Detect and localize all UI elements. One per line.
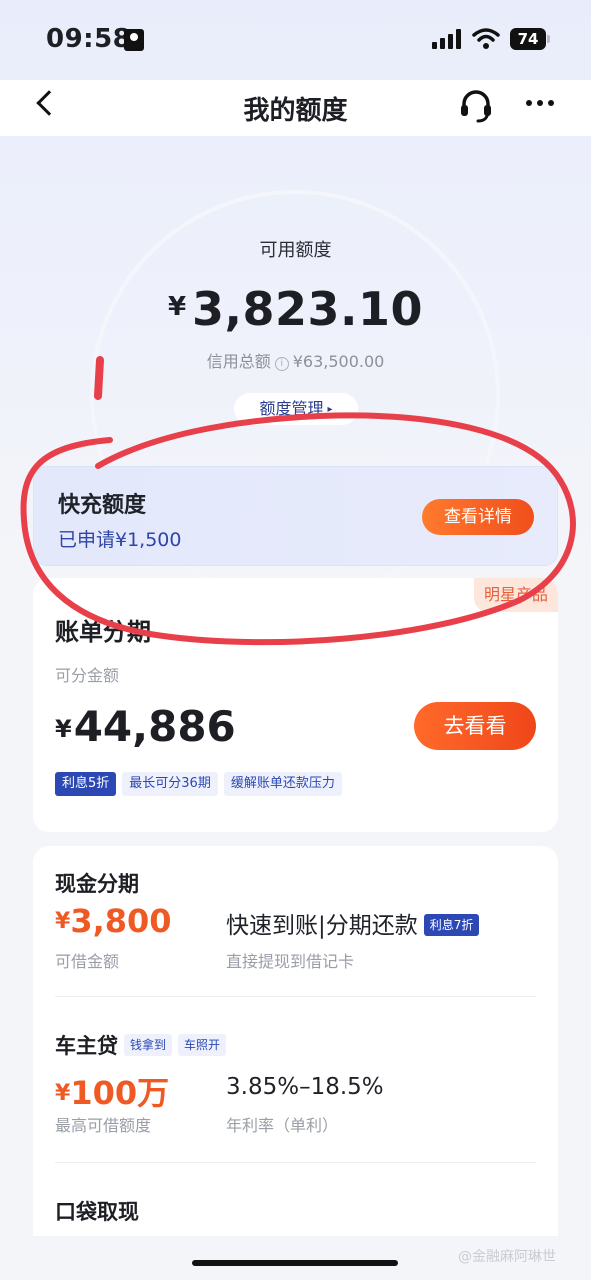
- car-loan-amount: ¥100万: [55, 1068, 169, 1114]
- car-loan-rate: 3.85%–18.5%: [226, 1074, 384, 1100]
- currency-symbol: ¥: [55, 1081, 71, 1106]
- status-bar: 09:58 74: [0, 0, 591, 80]
- home-indicator[interactable]: [192, 1260, 398, 1266]
- view-details-button[interactable]: 查看详情: [422, 499, 534, 535]
- currency-symbol: ¥: [55, 715, 72, 743]
- quick-recharge-applied: 已申请¥1,500: [58, 529, 182, 551]
- car-loan-title-row: 车主贷 钱拿到 车照开: [55, 1030, 227, 1060]
- tag-max-periods: 最长可分36期: [122, 772, 218, 796]
- battery-icon: 74: [510, 28, 550, 50]
- car-loan-title: 车主贷: [55, 1034, 118, 1058]
- cash-installment-sub: 直接提现到借记卡: [226, 952, 355, 971]
- cash-installment-headline-text: 快速到账|分期还款: [226, 913, 418, 939]
- page-title: 我的额度: [243, 96, 348, 126]
- quota-manage-label: 额度管理: [259, 399, 324, 418]
- tag-ease-pressure: 缓解账单还款压力: [223, 772, 342, 796]
- divider: [55, 996, 536, 997]
- credit-total-value: ¥63,500.00: [292, 352, 385, 371]
- cash-installment-title: 现金分期: [55, 872, 139, 896]
- installable-amount-label: 可分金额: [55, 666, 120, 685]
- quick-recharge-title: 快充额度: [58, 493, 147, 518]
- installable-amount: ¥44,886: [55, 702, 236, 751]
- quick-recharge-card[interactable]: 快充额度 已申请¥1,500 查看详情: [33, 466, 558, 566]
- cash-installment-caption: 可借金额: [55, 952, 120, 971]
- cash-installment-amount: ¥3,800: [55, 902, 172, 940]
- currency-symbol: ¥: [167, 292, 187, 322]
- watermark: @金融麻阿琳世: [458, 1249, 556, 1265]
- available-quota-value: 3,823.10: [192, 282, 424, 336]
- car-loan-amount-value: 100万: [70, 1074, 170, 1112]
- nav-bar: 我的额度: [0, 80, 591, 136]
- bill-installment-card[interactable]: 明星产品 账单分期 可分金额 ¥44,886 去看看 利息5折 最长可分36期 缓解…: [33, 578, 558, 832]
- star-product-badge: 明星产品: [473, 578, 558, 612]
- tag-keep-driving: 车照开: [178, 1034, 227, 1056]
- cash-installment-amount-value: 3,800: [70, 902, 172, 940]
- signal-icon: [432, 29, 464, 49]
- car-loan-caption: 最高可借额度: [55, 1116, 152, 1135]
- caret-right-icon: ▸: [327, 404, 333, 415]
- info-icon[interactable]: i: [274, 357, 289, 371]
- bill-installment-title: 账单分期: [55, 618, 151, 646]
- wifi-icon: [472, 28, 500, 49]
- credit-total-label: 信用总额: [206, 352, 271, 371]
- car-loan-rate-caption: 年利率（单利）: [226, 1116, 339, 1135]
- credit-total: 信用总额 i ¥63,500.00: [0, 348, 591, 372]
- more-icon[interactable]: [526, 100, 558, 108]
- available-quota-amount: ¥3,823.10: [0, 282, 591, 336]
- currency-symbol: ¥: [55, 909, 71, 934]
- pocket-cash-title[interactable]: 口袋取现: [55, 1196, 139, 1226]
- tag-get-money: 钱拿到: [124, 1034, 173, 1056]
- installable-amount-value: 44,886: [73, 702, 236, 751]
- go-look-button[interactable]: 去看看: [414, 702, 536, 750]
- cash-installment-headline: 快速到账|分期还款 利息7折: [226, 906, 480, 940]
- product-list-card: 现金分期 ¥3,800 可借金额 快速到账|分期还款 利息7折 直接提现到借记卡 …: [33, 846, 558, 1236]
- bill-tags: 利息5折 最长可分36期 缓解账单还款压力: [55, 772, 348, 796]
- id-card-icon: [124, 29, 144, 51]
- quota-page: 09:58 74 我的额度 可用额度 ¥3,823.10 信用总额 i ¥63,…: [0, 0, 591, 1280]
- quota-manage-button[interactable]: 额度管理 ▸: [234, 393, 358, 425]
- available-quota-label: 可用额度: [259, 240, 332, 261]
- tag-interest-7: 利息7折: [423, 914, 480, 936]
- tag-interest-discount: 利息5折: [55, 772, 117, 796]
- divider: [55, 1162, 536, 1163]
- headset-icon[interactable]: [458, 88, 494, 124]
- status-time: 09:58: [46, 24, 132, 54]
